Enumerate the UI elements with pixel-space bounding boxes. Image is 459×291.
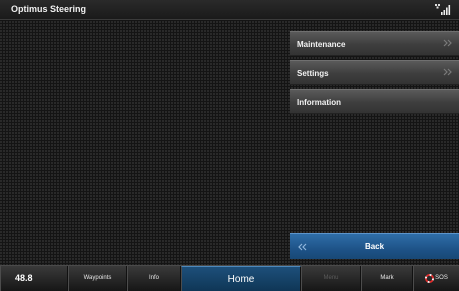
gps-signal-icon [435, 4, 451, 15]
sos-label: SOS [435, 275, 448, 281]
app-screen: Optimus Steering Maintenance Settings In… [0, 0, 459, 291]
menu-button[interactable]: Menu [301, 266, 361, 291]
title-bar: Optimus Steering [0, 0, 459, 20]
home-label: Home [227, 274, 255, 285]
bottom-nav-bar: 48.8 Waypoints Info Home Menu Mark SOS [0, 265, 459, 291]
app-title: Optimus Steering [11, 4, 87, 14]
home-button[interactable]: Home [181, 266, 301, 291]
lifebuoy-icon [425, 274, 435, 283]
speed-readout[interactable]: 48.8 [0, 266, 68, 291]
settings-label: Settings [297, 69, 329, 78]
mark-button[interactable]: Mark [361, 266, 413, 291]
back-label: Back [364, 242, 385, 251]
settings-button[interactable]: Settings [290, 60, 459, 85]
chevron-right-icon [443, 39, 452, 47]
maintenance-button[interactable]: Maintenance [290, 31, 459, 56]
speed-value: 48.8 [15, 273, 33, 283]
mark-label: Mark [380, 275, 394, 281]
info-label: Info [148, 275, 159, 281]
waypoints-button[interactable]: Waypoints [68, 266, 127, 291]
maintenance-label: Maintenance [297, 40, 346, 49]
information-button[interactable]: Information [290, 89, 459, 114]
chevron-right-icon [443, 68, 452, 76]
sos-button[interactable]: SOS [413, 266, 459, 291]
waypoints-label: Waypoints [83, 275, 112, 281]
back-button[interactable]: Back [290, 233, 459, 259]
menu-label: Menu [323, 275, 339, 281]
info-button[interactable]: Info [127, 266, 181, 291]
information-label: Information [297, 98, 341, 107]
